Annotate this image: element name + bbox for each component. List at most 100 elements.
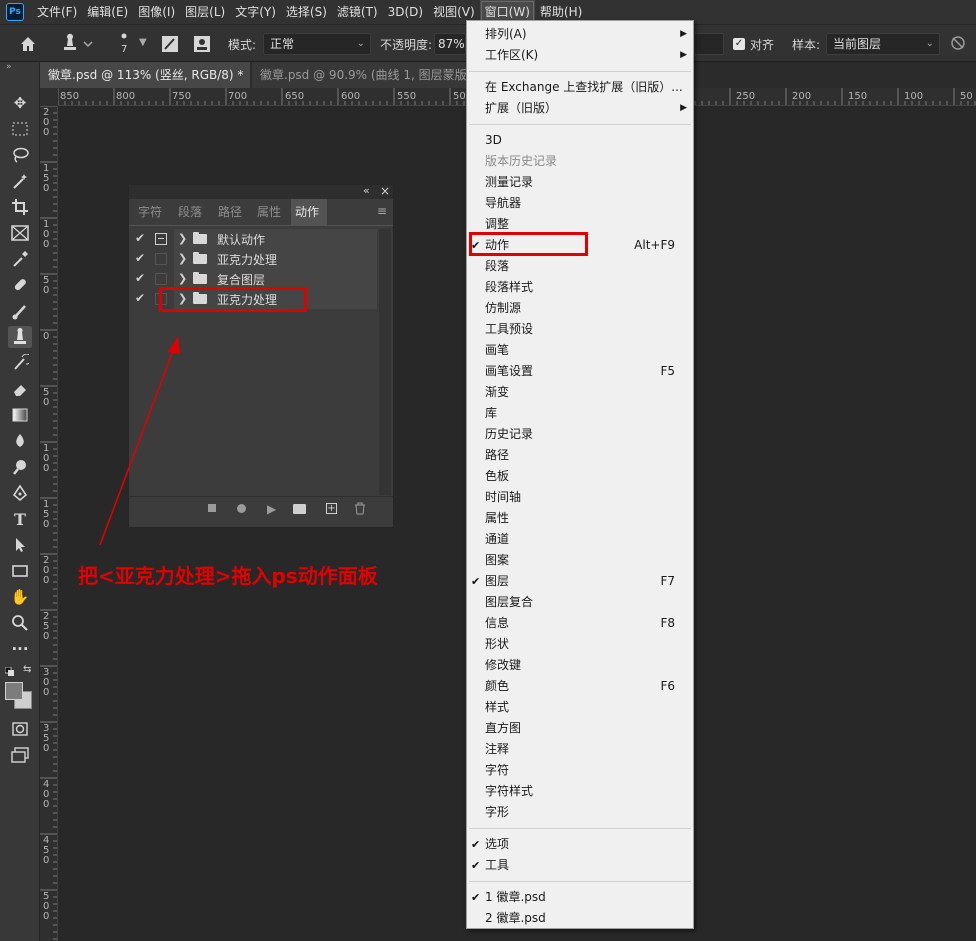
collapse-toolbar-icon[interactable]: »	[6, 62, 12, 72]
window-menu-item[interactable]: 字符样式	[467, 781, 693, 802]
window-menu-item[interactable]: 信息 F8	[467, 613, 693, 634]
window-menu-item[interactable]: 图层复合	[467, 592, 693, 613]
window-menu-item[interactable]: 历史记录	[467, 424, 693, 445]
window-menu-item[interactable]: 渐变	[467, 382, 693, 403]
align-checkbox[interactable]: ✓	[733, 38, 745, 50]
tab-properties[interactable]: 属性	[253, 199, 285, 225]
chevron-right-icon[interactable]: ❯	[178, 232, 187, 245]
menu-file[interactable]: 文件(F)	[32, 0, 82, 24]
mode-select[interactable]: 正常 ⌄	[263, 33, 371, 55]
crop-tool-icon[interactable]	[8, 196, 32, 218]
toggle-check-icon[interactable]: ✔	[135, 291, 145, 305]
type-tool-icon[interactable]: T	[8, 508, 32, 530]
clone-source-icon[interactable]	[192, 34, 212, 54]
menu-filter[interactable]: 滤镜(T)	[332, 0, 383, 24]
window-menu-item[interactable]: 色板	[467, 466, 693, 487]
window-menu-item[interactable]: 字符	[467, 760, 693, 781]
window-menu-item[interactable]: 导航器	[467, 193, 693, 214]
panel-header[interactable]: « ×	[129, 184, 393, 199]
action-set-row[interactable]: ✔ ❯ 默认动作	[129, 229, 393, 249]
window-menu-item[interactable]: 3D	[467, 130, 693, 151]
blur-tool-icon[interactable]	[8, 430, 32, 452]
window-menu-item[interactable]: 排列(A) ▶	[467, 24, 693, 45]
window-menu-item[interactable]: 版本历史记录	[467, 151, 693, 172]
action-set-row[interactable]: ✔ ❯ 亚克力处理	[129, 249, 393, 269]
window-menu-item[interactable]: 段落样式	[467, 277, 693, 298]
window-menu-item[interactable]: 路径	[467, 445, 693, 466]
window-menu-item[interactable]: 形状	[467, 634, 693, 655]
pen-tool-icon[interactable]	[8, 482, 32, 504]
tab-paragraph[interactable]: 段落	[174, 199, 206, 225]
play-icon[interactable]: ▶	[267, 502, 276, 516]
toggle-check-icon[interactable]: ✔	[135, 231, 145, 245]
frame-tool-icon[interactable]	[8, 222, 32, 244]
dialog-toggle-icon[interactable]	[155, 253, 167, 265]
toggle-check-icon[interactable]: ✔	[135, 251, 145, 265]
window-menu-item[interactable]: 段落	[467, 256, 693, 277]
window-menu-item[interactable]: 直方图	[467, 718, 693, 739]
marquee-tool-icon[interactable]	[8, 118, 32, 140]
eyedropper-tool-icon[interactable]	[8, 248, 32, 270]
menu-edit[interactable]: 编辑(E)	[82, 0, 133, 24]
window-menu-item[interactable]: 通道	[467, 529, 693, 550]
window-menu-item[interactable]: 测量记录	[467, 172, 693, 193]
new-action-icon[interactable]: +	[326, 503, 337, 514]
window-menu-item[interactable]: 工作区(K) ▶	[467, 45, 693, 66]
window-menu-item[interactable]: ✔ 1 徽章.psd	[467, 887, 693, 908]
chevron-right-icon[interactable]: ❯	[178, 252, 187, 265]
swap-colors-icon[interactable]: ⇆	[23, 664, 31, 675]
more-tools-icon[interactable]: ···	[8, 638, 32, 660]
record-icon[interactable]	[237, 504, 246, 513]
rectangle-tool-icon[interactable]	[8, 560, 32, 582]
tab-actions[interactable]: 动作	[291, 199, 327, 225]
window-menu-item[interactable]: 画笔	[467, 340, 693, 361]
brush-tool-icon[interactable]	[8, 300, 32, 322]
window-menu-item[interactable]: 图案	[467, 550, 693, 571]
move-tool-icon[interactable]: ✥	[8, 92, 32, 114]
window-menu-item[interactable]: 修改键	[467, 655, 693, 676]
window-menu-item[interactable]: 注释	[467, 739, 693, 760]
window-menu-item[interactable]: ✔ 工具	[467, 855, 693, 876]
window-menu-item[interactable]: 在 Exchange 上查找扩展（旧版）...	[467, 77, 693, 98]
window-menu-item[interactable]: ✔ 选项	[467, 834, 693, 855]
chevron-down-icon[interactable]: ▼	[139, 37, 147, 48]
panel-menu-icon[interactable]: ≡	[377, 204, 387, 218]
tab-active-document[interactable]: 徽章.psd @ 113% (竖丝, RGB/8) * ×	[40, 62, 263, 88]
zoom-tool-icon[interactable]	[8, 612, 32, 634]
delete-icon[interactable]	[354, 502, 366, 518]
gradient-tool-icon[interactable]	[8, 404, 32, 426]
menu-image[interactable]: 图像(I)	[133, 0, 180, 24]
dialog-toggle-icon[interactable]	[155, 233, 167, 245]
new-set-folder-icon[interactable]	[293, 504, 306, 514]
menu-layer[interactable]: 图层(L)	[180, 0, 230, 24]
eraser-tool-icon[interactable]	[8, 378, 32, 400]
tab-inactive-document[interactable]: 徽章.psd @ 90.9% (曲线 1, 图层蒙版/8)	[252, 62, 466, 88]
window-menu-item[interactable]: 库	[467, 403, 693, 424]
window-menu-item[interactable]: ✔ 图层 F7	[467, 571, 693, 592]
window-menu-item[interactable]: 属性	[467, 508, 693, 529]
path-selection-tool-icon[interactable]	[8, 534, 32, 556]
window-menu-item[interactable]: 颜色 F6	[467, 676, 693, 697]
panel-scrollbar[interactable]	[379, 229, 391, 495]
foreground-color-swatch[interactable]	[5, 682, 23, 700]
sample-select[interactable]: 当前图层 ⌄	[826, 33, 940, 55]
menu-type[interactable]: 文字(Y)	[230, 0, 281, 24]
screen-mode-icon[interactable]	[8, 744, 32, 766]
stop-icon[interactable]	[208, 504, 216, 512]
toggle-check-icon[interactable]: ✔	[135, 271, 145, 285]
dodge-tool-icon[interactable]	[8, 456, 32, 478]
window-menu-item[interactable]: 仿制源	[467, 298, 693, 319]
collapse-panel-icon[interactable]: «	[363, 184, 370, 197]
lasso-tool-icon[interactable]	[8, 144, 32, 166]
clone-stamp-preset-icon[interactable]	[58, 33, 94, 55]
brush-settings-icon[interactable]	[160, 34, 180, 54]
default-colors-icon[interactable]	[4, 666, 15, 676]
magic-wand-tool-icon[interactable]	[8, 170, 32, 192]
tab-paths[interactable]: 路径	[214, 199, 246, 225]
close-icon[interactable]: ×	[380, 184, 390, 198]
ignore-adjustment-layers-icon[interactable]	[950, 35, 966, 51]
window-menu-item[interactable]: 2 徽章.psd	[467, 908, 693, 929]
healing-brush-tool-icon[interactable]	[8, 274, 32, 296]
chevron-right-icon[interactable]: ❯	[178, 272, 187, 285]
window-menu-item[interactable]: 样式	[467, 697, 693, 718]
